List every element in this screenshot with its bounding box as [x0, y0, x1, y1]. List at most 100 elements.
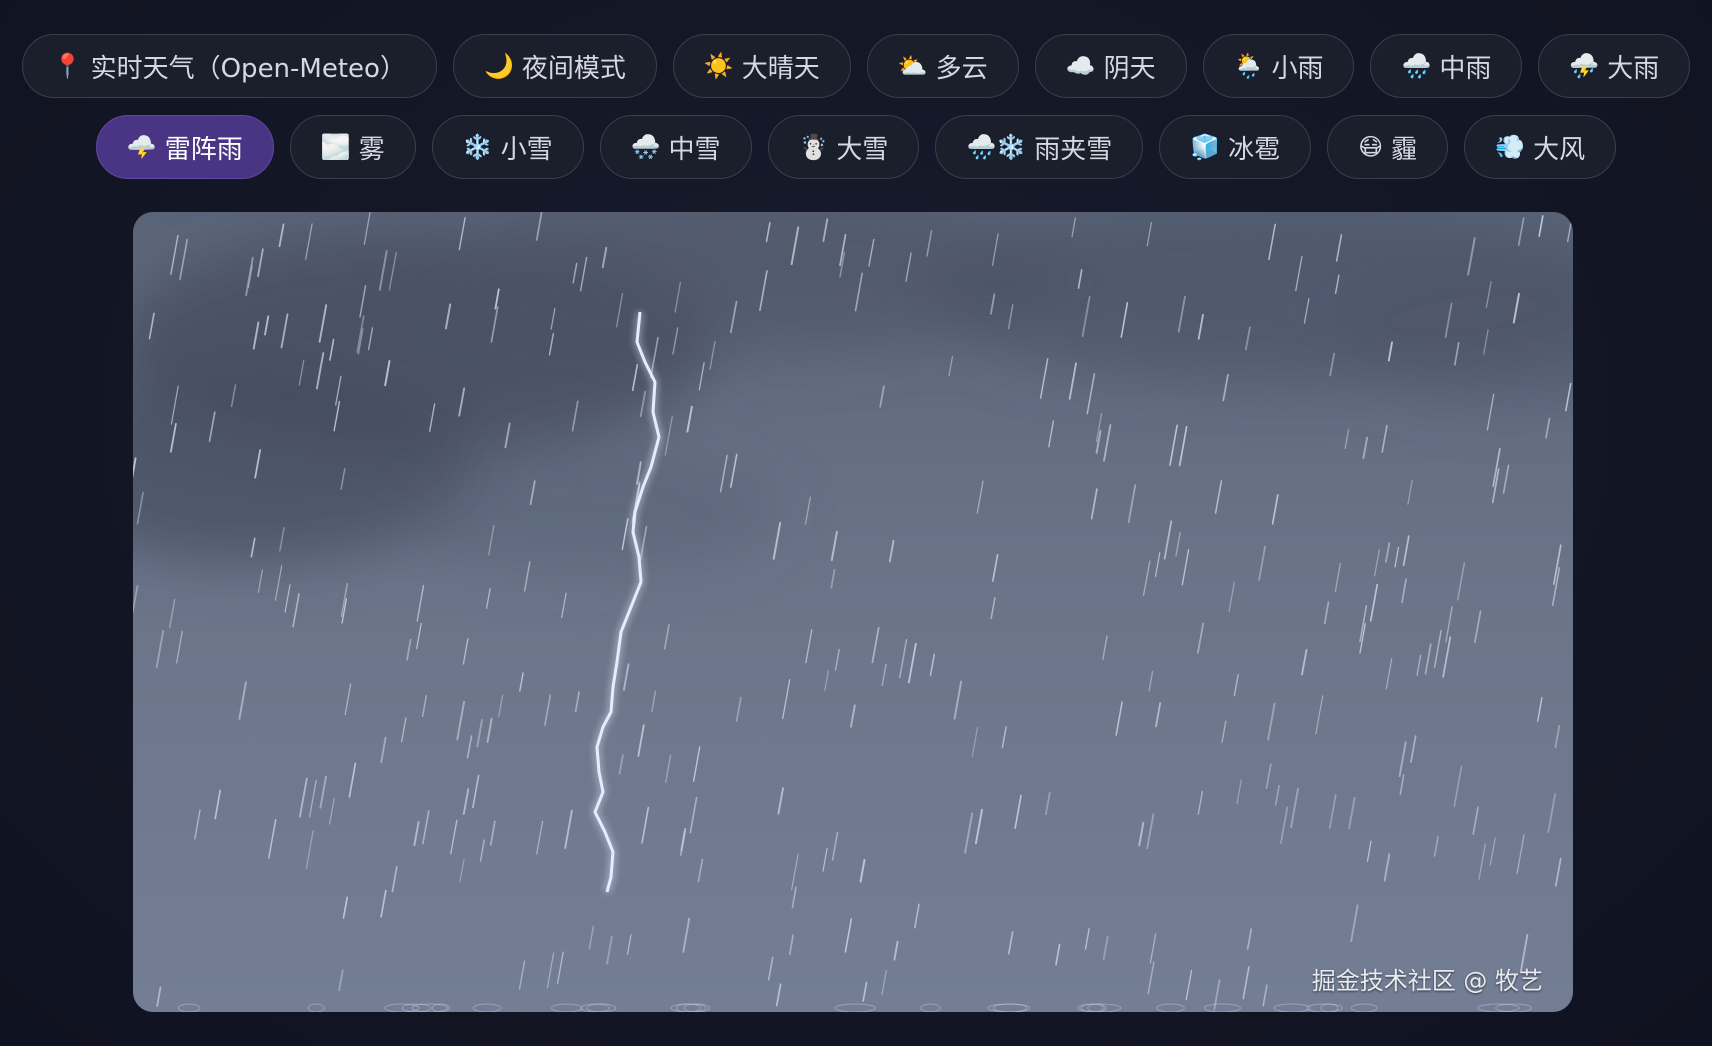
chip-label: 大晴天: [741, 53, 820, 84]
rain-splash: [551, 1003, 583, 1012]
rain-drop: [1178, 426, 1188, 467]
rain-drop: [606, 935, 613, 965]
rain-drop: [1502, 464, 1510, 494]
rain-drop: [556, 951, 564, 984]
rain-drop: [328, 797, 335, 825]
chip-wind[interactable]: 💨 大风: [1464, 115, 1617, 179]
chip-sunny[interactable]: ☀️ 大晴天: [672, 34, 851, 98]
rain-drop: [1344, 429, 1350, 449]
rain-drop: [850, 704, 856, 728]
rain-drop: [1456, 562, 1466, 601]
rain-splash: [1087, 1003, 1107, 1012]
pin-icon: 📍: [52, 52, 83, 80]
rain-splash: [1273, 1003, 1311, 1012]
chip-heavy-rain[interactable]: ⛈️ 大雨: [1538, 34, 1691, 98]
rain-drop: [1445, 606, 1453, 643]
chip-moderate-snow[interactable]: 🌨️ 中雪: [599, 115, 752, 179]
rain-drop: [459, 859, 465, 883]
rain-splash: [411, 1003, 449, 1012]
rain-splash: [920, 1003, 941, 1012]
rain-drop: [1424, 643, 1432, 675]
rain-drop: [1102, 936, 1109, 960]
rain-drop: [1301, 648, 1308, 676]
chip-label: 雾: [358, 134, 385, 165]
rain-drop: [791, 886, 797, 909]
rain-drop: [1442, 636, 1452, 678]
rain-drop: [1169, 424, 1178, 466]
lightning-cloud-icon: 🌩️: [126, 133, 157, 161]
rain-drop: [338, 969, 344, 992]
rain-drop: [929, 653, 936, 676]
cloud-icon: ☁️: [1065, 52, 1096, 80]
rain-drop: [830, 568, 836, 589]
rain-drop: [1147, 961, 1155, 995]
mask-face-icon: 😷: [1358, 133, 1384, 161]
chip-haze[interactable]: 😷 霾: [1327, 115, 1449, 179]
chip-label: 小雪: [500, 134, 553, 165]
chip-hail[interactable]: 🧊 冰雹: [1159, 115, 1312, 179]
chip-night-mode[interactable]: 🌙 夜间模式: [452, 34, 657, 98]
rain-drop: [1233, 673, 1239, 697]
chip-light-rain[interactable]: 🌦️ 小雨: [1202, 34, 1355, 98]
rain-drop: [1385, 657, 1393, 690]
storm-clouds: [133, 212, 1573, 572]
rain-splash: [834, 1003, 876, 1012]
rain-drop: [319, 775, 327, 809]
rain-drop: [1138, 821, 1145, 847]
rain-drop: [536, 820, 544, 855]
rain-drop: [292, 593, 300, 628]
chip-moderate-rain[interactable]: 🌧️ 中雨: [1370, 34, 1523, 98]
rain-drop: [1149, 933, 1157, 964]
chip-heavy-snow[interactable]: ☃️ 大雪: [767, 115, 920, 179]
chip-sleet[interactable]: 🌧️❄️ 雨夹雪: [935, 115, 1144, 179]
rain-drop: [257, 569, 263, 593]
rain-drop: [1214, 480, 1223, 514]
chip-label: 大雨: [1607, 53, 1660, 84]
rain-drop: [1181, 548, 1190, 586]
rain-drop: [462, 788, 470, 815]
chip-fog[interactable]: 🌫️ 雾: [289, 115, 416, 179]
rain-drop: [214, 789, 222, 820]
sun-rain-icon: 🌦️: [1233, 52, 1264, 80]
rain-drop: [1267, 702, 1276, 741]
rain-drop: [1373, 548, 1381, 577]
rain-drop: [1258, 545, 1267, 581]
chip-cloudy[interactable]: ⛅ 多云: [866, 34, 1019, 98]
rain-drop: [1348, 796, 1356, 830]
rain-drop: [416, 584, 425, 622]
rain-drop: [155, 629, 165, 669]
rain-drop: [564, 809, 573, 849]
rain-drop: [697, 858, 704, 883]
rain-drop: [298, 777, 308, 818]
rain-drop: [1185, 969, 1193, 1000]
rain-cloud-icon: 🌧️: [1401, 52, 1432, 80]
chip-overcast[interactable]: ☁️ 阴天: [1034, 34, 1187, 98]
rain-drop: [238, 681, 247, 720]
rain-drop: [788, 934, 794, 956]
rain-drop: [692, 746, 701, 782]
rain-drop: [133, 585, 139, 613]
rain-drop: [735, 696, 742, 722]
chip-realtime[interactable]: 📍 实时天气（Open-Meteo）: [21, 34, 437, 98]
rain-drop: [686, 405, 693, 433]
rain-drop: [637, 724, 645, 757]
chip-light-snow[interactable]: ❄️ 小雪: [431, 115, 584, 179]
chip-label: 雨夹雪: [1034, 134, 1113, 165]
chip-thunderstorm[interactable]: 🌩️ 雷阵雨: [95, 115, 274, 179]
rain-splash: [1350, 1003, 1378, 1012]
rain-drop: [1383, 853, 1391, 882]
rain-drop: [574, 691, 580, 713]
rain-drop: [308, 779, 317, 818]
rain-drop: [1265, 763, 1272, 789]
rain-drop: [1228, 581, 1235, 613]
rain-drop: [805, 629, 813, 664]
weather-scene-canvas: 掘金技术社区 @ 牧艺: [133, 212, 1573, 1012]
rain-drop: [479, 839, 485, 862]
rain-drop: [964, 812, 974, 854]
rain-drop: [462, 638, 469, 665]
rain-drop: [1399, 774, 1405, 795]
rain-drop: [1055, 943, 1061, 966]
rain-drop: [268, 818, 277, 859]
rain-drop: [804, 496, 812, 525]
weather-toolbar-row-2: 🌩️ 雷阵雨 🌫️ 雾 ❄️ 小雪 🌨️ 中雪 ☃️ 大雪 🌧️❄️ 雨夹雪 🧊…: [0, 115, 1712, 179]
